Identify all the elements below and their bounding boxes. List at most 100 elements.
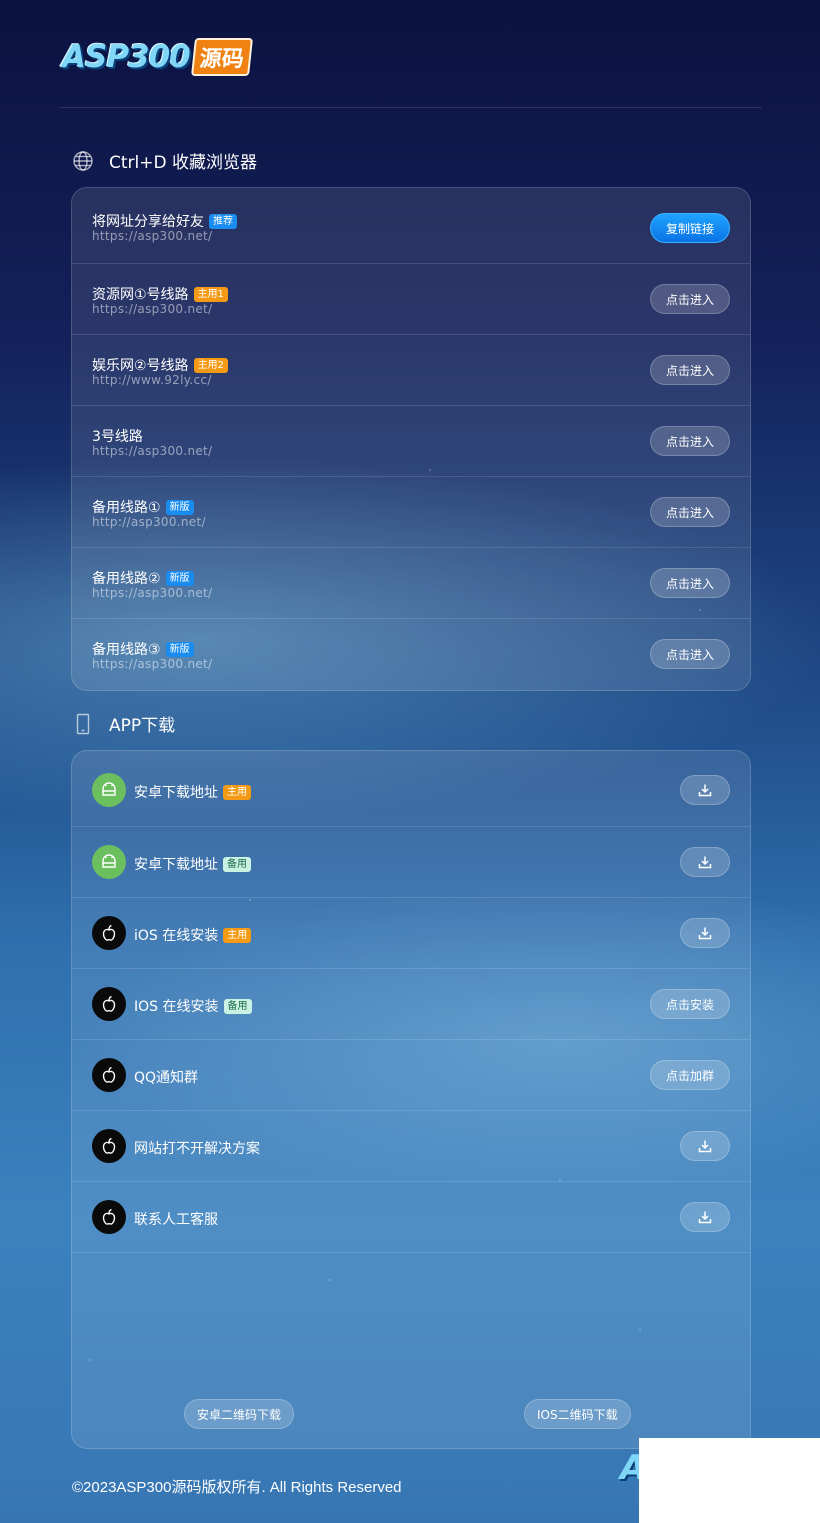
link-name: 将网址分享给好友 推荐: [92, 211, 237, 231]
tag-badge: 推荐: [209, 213, 237, 229]
link-row-backup-2: 备用线路② 新版 https://asp300.net/ 点击进入: [72, 548, 750, 619]
link-name: 资源网①号线路 主用1: [92, 284, 228, 304]
enter-button[interactable]: 点击进入: [649, 497, 730, 527]
tag-badge: 新版: [165, 499, 194, 515]
tag-badge: 新版: [165, 641, 194, 657]
tag-badge: 备用: [223, 998, 252, 1014]
download-icon: [698, 927, 712, 940]
link-name-text: 备用线路③: [92, 642, 161, 658]
site-logo[interactable]: ASP300 源码: [62, 38, 253, 76]
link-name-text: 将网址分享给好友: [92, 214, 204, 230]
app-row-site-fix: 网站打不开解决方案: [72, 1111, 750, 1182]
app-row-android-backup: 安卓下载地址 备用: [72, 827, 750, 898]
link-name: 备用线路① 新版: [92, 497, 194, 517]
copyright-text: ©2023ASP300源码版权所有. All Rights Reserved: [72, 1479, 402, 1496]
android-qr-button[interactable]: 安卓二维码下载: [184, 1399, 295, 1429]
android-icon: [92, 845, 126, 879]
link-row-line-1: 资源网①号线路 主用1 https://asp300.net/ 点击进入: [72, 264, 750, 335]
app-name: 安卓下载地址 备用: [134, 854, 251, 874]
app-name-text: iOS 在线安装: [134, 928, 219, 944]
link-name-text: 资源网①号线路: [92, 287, 189, 303]
logo-text: ASP300: [62, 39, 191, 75]
enter-button[interactable]: 点击进入: [649, 639, 730, 669]
link-url: https://asp300.net/: [92, 302, 213, 316]
android-icon: [92, 773, 126, 807]
app-title-text: APP下载: [109, 716, 176, 736]
app-name-text: 安卓下载地址: [134, 785, 218, 801]
link-row-line-2: 娱乐网②号线路 主用2 http://www.92ly.cc/ 点击进入: [72, 335, 750, 406]
app-name: 安卓下载地址 主用: [134, 782, 251, 802]
link-name: 备用线路② 新版: [92, 568, 194, 588]
app-name-text: QQ通知群: [134, 1070, 199, 1086]
enter-button[interactable]: 点击进入: [649, 568, 730, 598]
apple-icon: [92, 1129, 126, 1163]
link-row-backup-1: 备用线路① 新版 http://asp300.net/ 点击进入: [72, 477, 750, 548]
link-name-text: 备用线路①: [92, 500, 161, 516]
qr-download-area: 安卓二维码下载 IOS二维码下载: [72, 1253, 750, 1448]
tag-badge: 主用: [223, 927, 252, 943]
bookmark-title-text: Ctrl+D 收藏浏览器: [109, 153, 257, 173]
install-button[interactable]: 点击安装: [649, 989, 730, 1019]
app-name-text: IOS 在线安装: [134, 999, 219, 1015]
link-url: https://asp300.net/: [92, 444, 213, 458]
apple-icon: [92, 987, 126, 1021]
tag-badge: 主用: [223, 784, 251, 800]
link-name: 备用线路③ 新版: [92, 639, 194, 659]
join-group-button[interactable]: 点击加群: [649, 1060, 730, 1090]
links-card: 将网址分享给好友 推荐 https://asp300.net/ 复制链接 资源网…: [71, 187, 751, 691]
download-button[interactable]: [680, 1131, 730, 1161]
link-name-text: 备用线路②: [92, 571, 161, 587]
download-button[interactable]: [680, 847, 730, 877]
link-row-backup-3: 备用线路③ 新版 https://asp300.net/ 点击进入: [72, 619, 750, 690]
link-url: https://asp300.net/: [92, 229, 213, 243]
site-header: ASP300 源码: [60, 38, 762, 108]
download-icon: [698, 1140, 712, 1153]
link-url: https://asp300.net/: [92, 657, 213, 671]
copy-link-button[interactable]: 复制链接: [649, 213, 730, 243]
app-row-ios-backup: IOS 在线安装 备用 点击安装: [72, 969, 750, 1040]
enter-button[interactable]: 点击进入: [649, 284, 730, 314]
app-name: 联系人工客服: [134, 1209, 218, 1229]
app-name-text: 联系人工客服: [134, 1212, 218, 1228]
apple-icon: [92, 1200, 126, 1234]
app-row-qq-group: QQ通知群 点击加群: [72, 1040, 750, 1111]
app-name-text: 安卓下载地址: [134, 857, 218, 873]
download-icon: [698, 784, 712, 797]
app-row-android-main: 安卓下载地址 主用: [72, 751, 750, 827]
enter-button[interactable]: 点击进入: [649, 426, 730, 456]
download-icon: [698, 856, 712, 869]
tag-badge: 备用: [223, 856, 251, 872]
tag-badge: 主用2: [193, 357, 228, 373]
app-section-title: APP下载: [72, 711, 175, 736]
link-name-text: 娱乐网②号线路: [92, 358, 189, 374]
apple-icon: [92, 1058, 126, 1092]
download-button[interactable]: [680, 1202, 730, 1232]
link-url: http://asp300.net/: [92, 515, 206, 529]
tag-badge: 主用1: [193, 286, 228, 302]
link-row-line-3: 3号线路 https://asp300.net/ 点击进入: [72, 406, 750, 477]
link-url: http://www.92ly.cc/: [92, 373, 212, 387]
download-button[interactable]: [680, 918, 730, 948]
link-url: https://asp300.net/: [92, 586, 213, 600]
app-name-text: 网站打不开解决方案: [134, 1141, 260, 1157]
globe-icon: [72, 150, 94, 172]
link-name: 娱乐网②号线路 主用2: [92, 355, 228, 375]
enter-button[interactable]: 点击进入: [649, 355, 730, 385]
app-row-ios-main: iOS 在线安装 主用: [72, 898, 750, 969]
link-name-text: 3号线路: [92, 429, 143, 445]
download-icon: [698, 1211, 712, 1224]
app-name: QQ通知群: [134, 1067, 198, 1087]
apple-icon: [92, 916, 126, 950]
app-name: iOS 在线安装 主用: [134, 925, 252, 945]
app-name: 网站打不开解决方案: [134, 1138, 260, 1158]
app-row-support: 联系人工客服: [72, 1182, 750, 1253]
blank-overlay: [639, 1438, 820, 1523]
tag-badge: 新版: [165, 570, 194, 586]
link-name: 3号线路: [92, 426, 143, 446]
bookmark-section-title: Ctrl+D 收藏浏览器: [72, 148, 257, 173]
link-row-share: 将网址分享给好友 推荐 https://asp300.net/ 复制链接: [72, 188, 750, 264]
apps-card: 安卓下载地址 主用 安卓下载地址 备用 iOS 在线安装 主用 IOS 在线安装…: [71, 750, 751, 1449]
download-button[interactable]: [680, 775, 730, 805]
app-name: IOS 在线安装 备用: [134, 996, 252, 1016]
ios-qr-button[interactable]: IOS二维码下载: [524, 1399, 631, 1429]
